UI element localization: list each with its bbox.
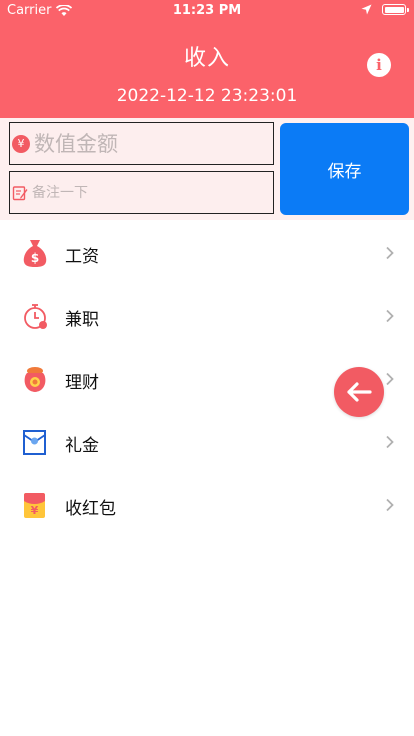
svg-text:¥: ¥ (31, 504, 39, 517)
chevron-right-icon (386, 246, 394, 260)
category-label: 收红包 (65, 499, 116, 519)
category-item-red-envelope[interactable]: ¥ 收红包 (0, 474, 414, 537)
chevron-right-icon (386, 309, 394, 323)
entry-form: ¥ 保存 (0, 118, 414, 220)
back-fab-button[interactable] (334, 367, 384, 417)
record-datetime[interactable]: 2022-12-12 23:23:01 (0, 86, 414, 106)
category-label: 工资 (65, 247, 99, 267)
back-arrow-icon (347, 382, 372, 402)
location-arrow-icon (361, 4, 372, 15)
svg-text:$: $ (31, 251, 39, 265)
category-item-gift-money[interactable]: 礼金 (0, 411, 414, 474)
category-label: 理财 (65, 373, 99, 393)
note-input[interactable] (32, 172, 273, 213)
category-label: 兼职 (65, 310, 99, 330)
money-bag-icon: $ (23, 240, 47, 267)
chevron-right-icon (386, 372, 394, 386)
status-bar: Carrier 11:23 PM (0, 0, 414, 22)
header-bar: Carrier 11:23 PM 收入 i 2022-12-12 23:23:0… (0, 0, 414, 118)
status-time: 11:23 PM (172, 3, 242, 18)
status-right (361, 4, 409, 15)
category-label: 礼金 (65, 436, 99, 456)
category-item-parttime[interactable]: 兼职 (0, 285, 414, 348)
chevron-right-icon (386, 435, 394, 449)
investment-bag-icon (24, 367, 46, 392)
chevron-right-icon (386, 498, 394, 512)
note-field-box (9, 171, 274, 214)
yen-icon: ¥ (12, 134, 30, 153)
amount-field-box: ¥ (9, 122, 302, 165)
edit-note-icon (12, 185, 28, 201)
amount-input[interactable] (34, 123, 302, 164)
clock-icon (24, 304, 47, 329)
save-button[interactable]: 保存 (280, 123, 409, 215)
category-item-salary[interactable]: $ 工资 (0, 222, 414, 285)
page-title: 收入 (183, 46, 230, 71)
battery-icon (382, 4, 409, 15)
info-icon[interactable]: i (367, 53, 391, 77)
gift-envelope-icon (23, 430, 46, 455)
red-envelope-icon: ¥ (24, 493, 45, 518)
